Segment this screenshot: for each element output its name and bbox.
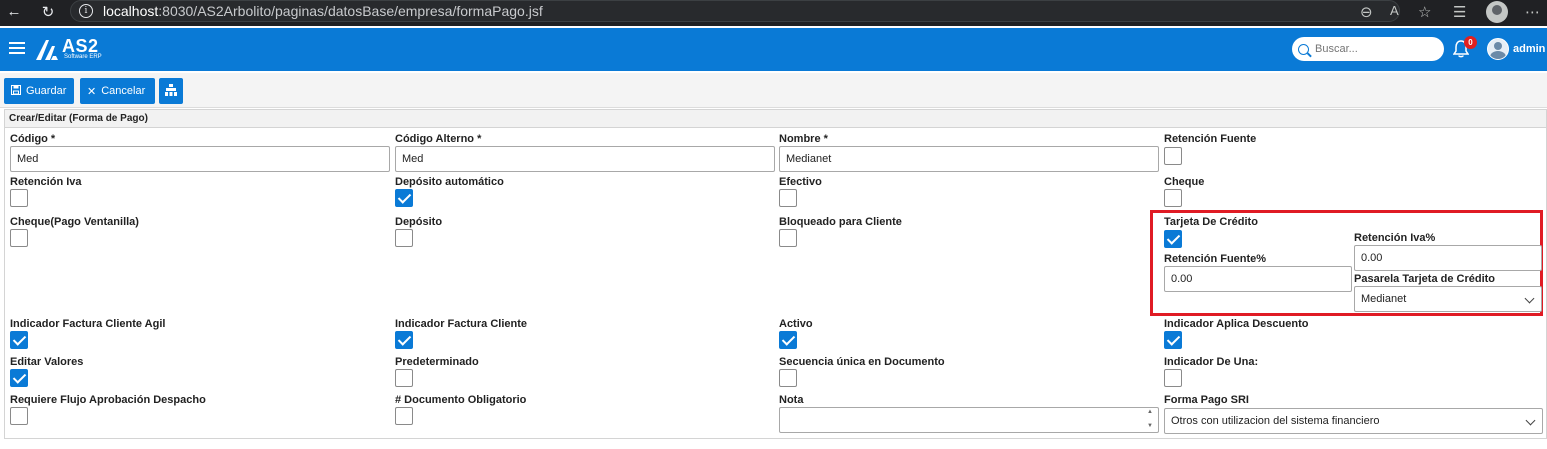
bloqueado-cliente-label: Bloqueado para Cliente bbox=[779, 216, 902, 228]
search-icon bbox=[1298, 43, 1309, 55]
retencion-iva-pct-input[interactable]: 0.00 bbox=[1354, 245, 1542, 271]
notification-count-badge: 0 bbox=[1464, 36, 1477, 49]
search-box[interactable] bbox=[1292, 37, 1444, 61]
retencion-iva-label: Retención Iva bbox=[10, 176, 82, 188]
deposito-automatico-checkbox[interactable] bbox=[395, 189, 413, 207]
efectivo-checkbox[interactable] bbox=[779, 189, 797, 207]
app-logo: AS2 Software ERP bbox=[34, 36, 102, 62]
predeterminado-label: Predeterminado bbox=[395, 356, 479, 368]
logo-subtitle: Software ERP bbox=[64, 54, 102, 60]
ind-factura-cliente-agil-label: Indicador Factura Cliente Agil bbox=[10, 318, 166, 330]
forma-pago-sri-select[interactable]: Otros con utilizacion del sistema financ… bbox=[1164, 408, 1543, 434]
address-bar-url: localhost:8030/AS2Arbolito/paginas/datos… bbox=[103, 3, 543, 19]
ind-de-una-label: Indicador De Una: bbox=[1164, 356, 1259, 368]
editar-valores-checkbox[interactable] bbox=[10, 369, 28, 387]
tarjeta-credito-checkbox[interactable] bbox=[1164, 230, 1182, 248]
activo-label: Activo bbox=[779, 318, 813, 330]
panel-title: Crear/Editar (Forma de Pago) bbox=[5, 110, 1546, 128]
nota-label: Nota bbox=[779, 394, 804, 406]
floppy-disk-icon bbox=[11, 84, 21, 98]
pasarela-select[interactable]: Medianet bbox=[1354, 286, 1542, 312]
save-button[interactable]: Guardar bbox=[4, 78, 74, 104]
codigo-alterno-input[interactable]: Med bbox=[395, 146, 775, 172]
site-info-icon[interactable]: i bbox=[79, 4, 93, 18]
cheque-checkbox[interactable] bbox=[1164, 189, 1182, 207]
forma-pago-sri-select-value: Otros con utilizacion del sistema financ… bbox=[1171, 415, 1380, 427]
nombre-label: Nombre * bbox=[779, 133, 828, 145]
chevron-down-icon bbox=[1525, 415, 1536, 426]
requiere-flujo-checkbox[interactable] bbox=[10, 407, 28, 425]
activo-checkbox[interactable] bbox=[779, 331, 797, 349]
favorite-star-icon[interactable]: ☆ bbox=[1418, 3, 1431, 21]
zoom-icon[interactable]: ⊖ bbox=[1360, 3, 1373, 21]
retencion-iva-checkbox[interactable] bbox=[10, 189, 28, 207]
retencion-fuente-pct-input[interactable]: 0.00 bbox=[1164, 266, 1352, 292]
pasarela-select-value: Medianet bbox=[1361, 293, 1407, 305]
app-header: AS2 Software ERP 0 admin bbox=[0, 28, 1547, 71]
tarjeta-credito-label: Tarjeta De Crédito bbox=[1164, 216, 1258, 228]
deposito-label: Depósito bbox=[395, 216, 443, 228]
address-bar[interactable]: i localhost:8030/AS2Arbolito/paginas/dat… bbox=[70, 0, 1400, 22]
deposito-automatico-label: Depósito automático bbox=[395, 176, 504, 188]
user-name[interactable]: admin bbox=[1513, 43, 1545, 55]
codigo-label: Código * bbox=[10, 133, 56, 145]
predeterminado-checkbox[interactable] bbox=[395, 369, 413, 387]
user-avatar[interactable] bbox=[1487, 38, 1509, 60]
cheque-label: Cheque bbox=[1164, 176, 1205, 188]
reload-icon[interactable]: ↻ bbox=[38, 3, 58, 21]
efectivo-label: Efectivo bbox=[779, 176, 822, 188]
ind-factura-cliente-checkbox[interactable] bbox=[395, 331, 413, 349]
ind-factura-cliente-agil-checkbox[interactable] bbox=[10, 331, 28, 349]
nombre-input[interactable]: Medianet bbox=[779, 146, 1159, 172]
nota-textarea[interactable] bbox=[779, 407, 1159, 433]
bloqueado-cliente-checkbox[interactable] bbox=[779, 229, 797, 247]
cheque-pago-ventanilla-checkbox[interactable] bbox=[10, 229, 28, 247]
secuencia-unica-checkbox[interactable] bbox=[779, 369, 797, 387]
retencion-iva-pct-label: Retención Iva% bbox=[1354, 232, 1436, 244]
retencion-fuente-pct-label: Retención Fuente% bbox=[1164, 253, 1267, 265]
retencion-fuente-checkbox[interactable] bbox=[1164, 147, 1182, 165]
browser-menu-icon[interactable]: ⋯ bbox=[1525, 3, 1540, 21]
sitemap-button[interactable] bbox=[159, 78, 183, 104]
deposito-checkbox[interactable] bbox=[395, 229, 413, 247]
close-icon: ✕ bbox=[87, 85, 97, 98]
hamburger-menu-icon[interactable] bbox=[9, 42, 25, 54]
ind-de-una-checkbox[interactable] bbox=[1164, 369, 1182, 387]
cheque-pago-ventanilla-label: Cheque(Pago Ventanilla) bbox=[10, 216, 139, 228]
ind-aplica-descuento-label: Indicador Aplica Descuento bbox=[1164, 318, 1309, 330]
browser-toolbar: ← ↻ i localhost:8030/AS2Arbolito/paginas… bbox=[0, 0, 1547, 26]
codigo-alterno-label: Código Alterno * bbox=[395, 133, 482, 145]
save-button-label: Guardar bbox=[26, 85, 67, 97]
ind-aplica-descuento-checkbox[interactable] bbox=[1164, 331, 1182, 349]
action-toolbar: Guardar ✕ Cancelar bbox=[0, 73, 1547, 108]
requiere-flujo-label: Requiere Flujo Aprobación Despacho bbox=[10, 394, 206, 406]
pasarela-label: Pasarela Tarjeta de Crédito bbox=[1354, 273, 1496, 285]
logo-title: AS2 bbox=[62, 36, 99, 56]
retencion-fuente-label: Retención Fuente bbox=[1164, 133, 1257, 145]
cancel-button[interactable]: ✕ Cancelar bbox=[80, 78, 155, 104]
favorites-list-icon[interactable]: ☰ bbox=[1453, 3, 1466, 21]
doc-obligatorio-checkbox[interactable] bbox=[395, 407, 413, 425]
cancel-button-label: Cancelar bbox=[101, 85, 146, 97]
logo-mark-icon bbox=[34, 38, 62, 62]
sitemap-icon bbox=[165, 83, 177, 99]
forma-pago-sri-label: Forma Pago SRI bbox=[1164, 394, 1249, 406]
doc-obligatorio-label: # Documento Obligatorio bbox=[395, 394, 527, 406]
browser-profile-avatar[interactable] bbox=[1486, 1, 1508, 23]
ind-factura-cliente-label: Indicador Factura Cliente bbox=[395, 318, 528, 330]
chevron-down-icon bbox=[1524, 293, 1535, 304]
secuencia-unica-label: Secuencia única en Documento bbox=[779, 356, 945, 368]
search-input[interactable] bbox=[1315, 43, 1435, 55]
editar-valores-label: Editar Valores bbox=[10, 356, 84, 368]
read-aloud-icon[interactable]: A bbox=[1390, 3, 1399, 18]
codigo-input[interactable]: Med bbox=[10, 146, 390, 172]
back-arrow-icon[interactable]: ← bbox=[4, 3, 24, 20]
